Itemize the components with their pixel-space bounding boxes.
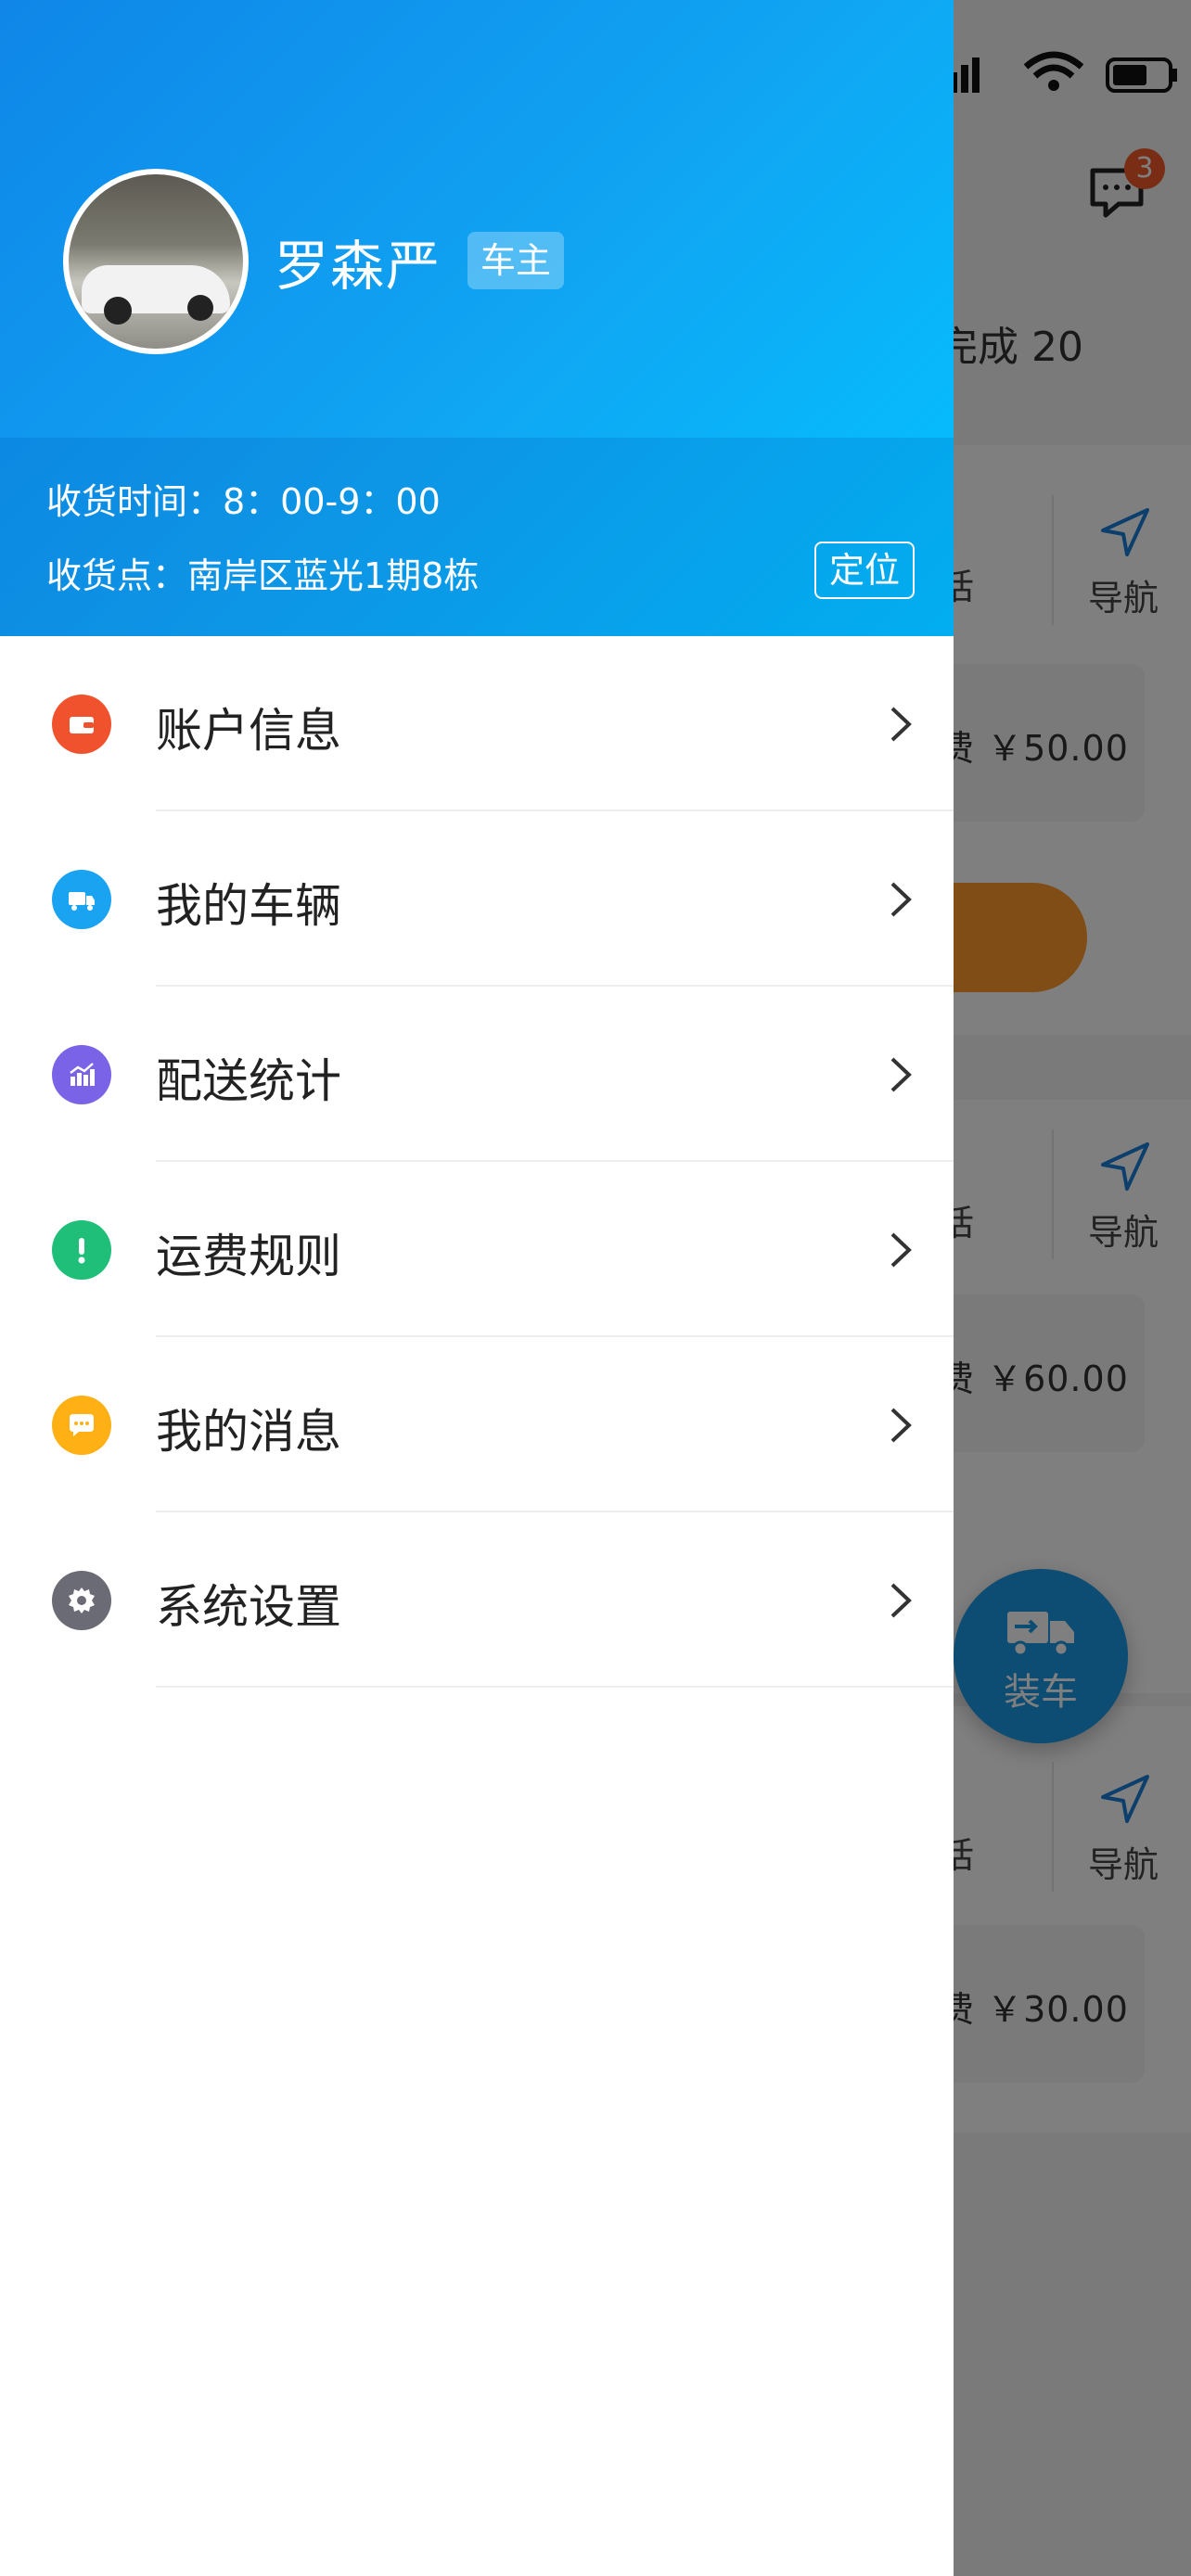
chevron-right-icon <box>890 1057 912 1092</box>
drawer-menu: 账户信息 我的车辆 配送统计 运费规则 我的消息 系统设置 <box>0 636 954 1688</box>
chevron-right-icon <box>890 1408 912 1443</box>
menu-label: 配送统计 <box>156 1054 341 1108</box>
menu-item-vehicles[interactable]: 我的车辆 <box>0 811 954 987</box>
gear-icon <box>52 1571 111 1630</box>
truck-icon <box>52 870 111 929</box>
receive-info-panel: 收货时间：8：00-9：00 收货点：南岸区蓝光1期8栋 定位 <box>0 438 954 636</box>
side-drawer: 罗森严 车主 收货时间：8：00-9：00 收货点：南岸区蓝光1期8栋 定位 账… <box>0 0 954 2576</box>
user-name: 罗森严 <box>275 235 442 298</box>
chevron-right-icon <box>890 1583 912 1618</box>
menu-item-delivery-stats[interactable]: 配送统计 <box>0 987 954 1162</box>
receive-point: 收货点：南岸区蓝光1期8栋 <box>46 555 480 596</box>
stats-icon <box>52 1045 111 1104</box>
chevron-right-icon <box>890 882 912 917</box>
receive-time: 收货时间：8：00-9：00 <box>46 481 441 522</box>
role-tag: 车主 <box>467 232 565 289</box>
menu-label: 我的车辆 <box>156 879 341 933</box>
avatar[interactable] <box>63 169 249 354</box>
menu-item-settings[interactable]: 系统设置 <box>0 1512 954 1688</box>
chevron-right-icon <box>890 1232 912 1268</box>
divider <box>156 1686 954 1688</box>
chevron-right-icon <box>890 707 912 742</box>
locate-button[interactable]: 定位 <box>814 542 915 599</box>
menu-label: 系统设置 <box>156 1580 341 1634</box>
menu-item-freight-rules[interactable]: 运费规则 <box>0 1162 954 1337</box>
menu-label: 我的消息 <box>156 1405 341 1459</box>
chat-icon <box>52 1396 111 1455</box>
wallet-icon <box>52 695 111 754</box>
menu-item-account[interactable]: 账户信息 <box>0 636 954 811</box>
menu-label: 运费规则 <box>156 1230 341 1283</box>
exclamation-icon <box>52 1220 111 1280</box>
menu-item-messages[interactable]: 我的消息 <box>0 1337 954 1512</box>
drawer-header: 罗森严 车主 收货时间：8：00-9：00 收货点：南岸区蓝光1期8栋 定位 <box>0 0 954 636</box>
menu-label: 账户信息 <box>156 704 341 758</box>
